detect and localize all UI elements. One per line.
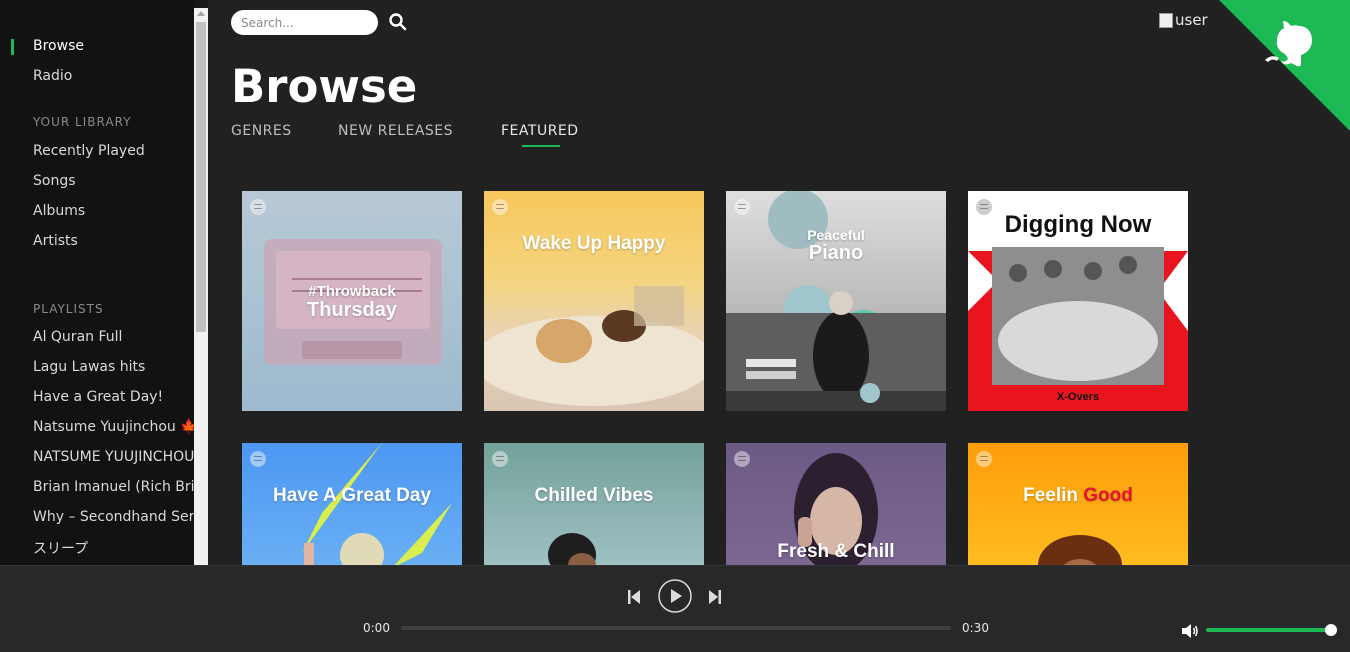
broken-image-icon (1159, 12, 1173, 28)
spotify-logo-icon (250, 451, 266, 467)
sidebar-item-browse[interactable]: Browse (33, 38, 84, 54)
next-track-icon[interactable] (707, 588, 723, 606)
player-bar: 0:00 0:30 (0, 565, 1350, 652)
progress-bar[interactable] (401, 626, 951, 630)
playlist-item[interactable]: Natsume Yuujinchou 🍁 (33, 419, 194, 435)
sidebar-item-albums[interactable]: Albums (33, 203, 85, 219)
library-heading: YOUR LIBRARY (33, 115, 132, 129)
card-subtitle: X-Overs (1056, 391, 1100, 403)
playlist-item[interactable]: Lagu Lawas hits (33, 359, 145, 375)
sidebar-item-artists[interactable]: Artists (33, 233, 78, 249)
piano-photo (726, 191, 946, 411)
sidebar-item-recently-played[interactable]: Recently Played (33, 143, 145, 159)
playlist-card-wake-up-happy[interactable]: Wake Up Happy (484, 191, 704, 411)
card-title-line1: Peaceful (807, 227, 865, 243)
page-title: Browse (231, 60, 418, 113)
previous-track-icon[interactable] (626, 588, 642, 606)
user-avatar-alt-text: user (1175, 11, 1208, 29)
tab-featured[interactable]: FEATURED (501, 123, 579, 139)
playlist-item[interactable]: スリープ (33, 538, 88, 558)
card-title: Wake Up Happy (522, 233, 666, 254)
spotify-logo-icon (250, 199, 266, 215)
playlist-card-peaceful-piano[interactable]: Peaceful Piano (726, 191, 946, 411)
time-current: 0:00 (363, 621, 390, 635)
card-title: Digging Now (1004, 211, 1152, 238)
tab-new-releases[interactable]: NEW RELEASES (338, 123, 453, 139)
spotify-logo-icon (492, 451, 508, 467)
volume-knob[interactable] (1325, 624, 1337, 636)
card-title-part2: Good (1083, 485, 1133, 506)
card-title: Feelin Good (968, 485, 1188, 507)
card-title: Fresh & Chill (777, 541, 895, 562)
volume-slider[interactable] (1206, 628, 1332, 632)
volume-icon[interactable] (1181, 623, 1199, 639)
playlists-heading: PLAYLISTS (33, 302, 104, 316)
spotify-logo-icon (492, 199, 508, 215)
playlist-card-have-a-great-day[interactable]: Have A Great Day (242, 443, 462, 565)
play-icon (671, 589, 682, 603)
app-window: Browse Radio YOUR LIBRARY Recently Playe… (0, 0, 1350, 652)
playlist-item[interactable]: Why – Secondhand Serenade (33, 509, 194, 525)
playlist-card-feelin-good[interactable]: Feelin Good (968, 443, 1188, 565)
sidebar-item-songs[interactable]: Songs (33, 173, 76, 189)
sidebar-scrollbar[interactable] (194, 8, 208, 565)
card-title: Have A Great Day (272, 485, 432, 506)
sidebar: Browse Radio YOUR LIBRARY Recently Playe… (0, 0, 194, 565)
time-total: 0:30 (962, 621, 989, 635)
active-tab-underline (522, 145, 560, 147)
tab-genres[interactable]: GENRES (231, 123, 292, 139)
wake-up-photo (484, 286, 704, 406)
card-title-line2: Thursday (306, 299, 398, 321)
playlist-item[interactable]: NATSUME YUUJINCHOU (33, 449, 194, 465)
playlist-card-digging-now[interactable]: Digging Now X-Overs (968, 191, 1188, 411)
playlist-item[interactable]: Have a Great Day! (33, 389, 163, 405)
playlist-card-fresh-and-chill[interactable]: Fresh & Chill (726, 443, 946, 565)
card-title-part1: Feelin (1023, 485, 1078, 506)
main-content: user Browse GENRES NEW RELEASES FEATURED (208, 0, 1350, 565)
spotify-logo-icon (976, 451, 992, 467)
search-input[interactable] (231, 10, 378, 35)
github-corner[interactable] (1219, 0, 1350, 131)
scrollbar-thumb[interactable] (196, 22, 206, 332)
spotify-logo-icon (734, 451, 750, 467)
card-title-line1: #Throwback (308, 283, 396, 300)
sidebar-item-radio[interactable]: Radio (33, 68, 72, 84)
playlist-item[interactable]: Brian Imanuel (Rich Brian) (33, 479, 194, 495)
playlist-card-chilled-vibes[interactable]: Chilled Vibes (484, 443, 704, 565)
active-indicator (11, 39, 14, 55)
search-icon[interactable] (388, 12, 408, 32)
scroll-up-arrow-icon[interactable] (197, 11, 205, 16)
play-button[interactable] (657, 578, 693, 614)
user-avatar[interactable]: user (1159, 11, 1208, 29)
playlist-card-throwback-thursday[interactable]: #Throwback Thursday (242, 191, 462, 411)
playlist-item[interactable]: Al Quran Full (33, 329, 122, 345)
spotify-logo-icon (734, 199, 750, 215)
card-title-line2: Piano (808, 242, 864, 264)
card-title: Chilled Vibes (534, 485, 654, 506)
